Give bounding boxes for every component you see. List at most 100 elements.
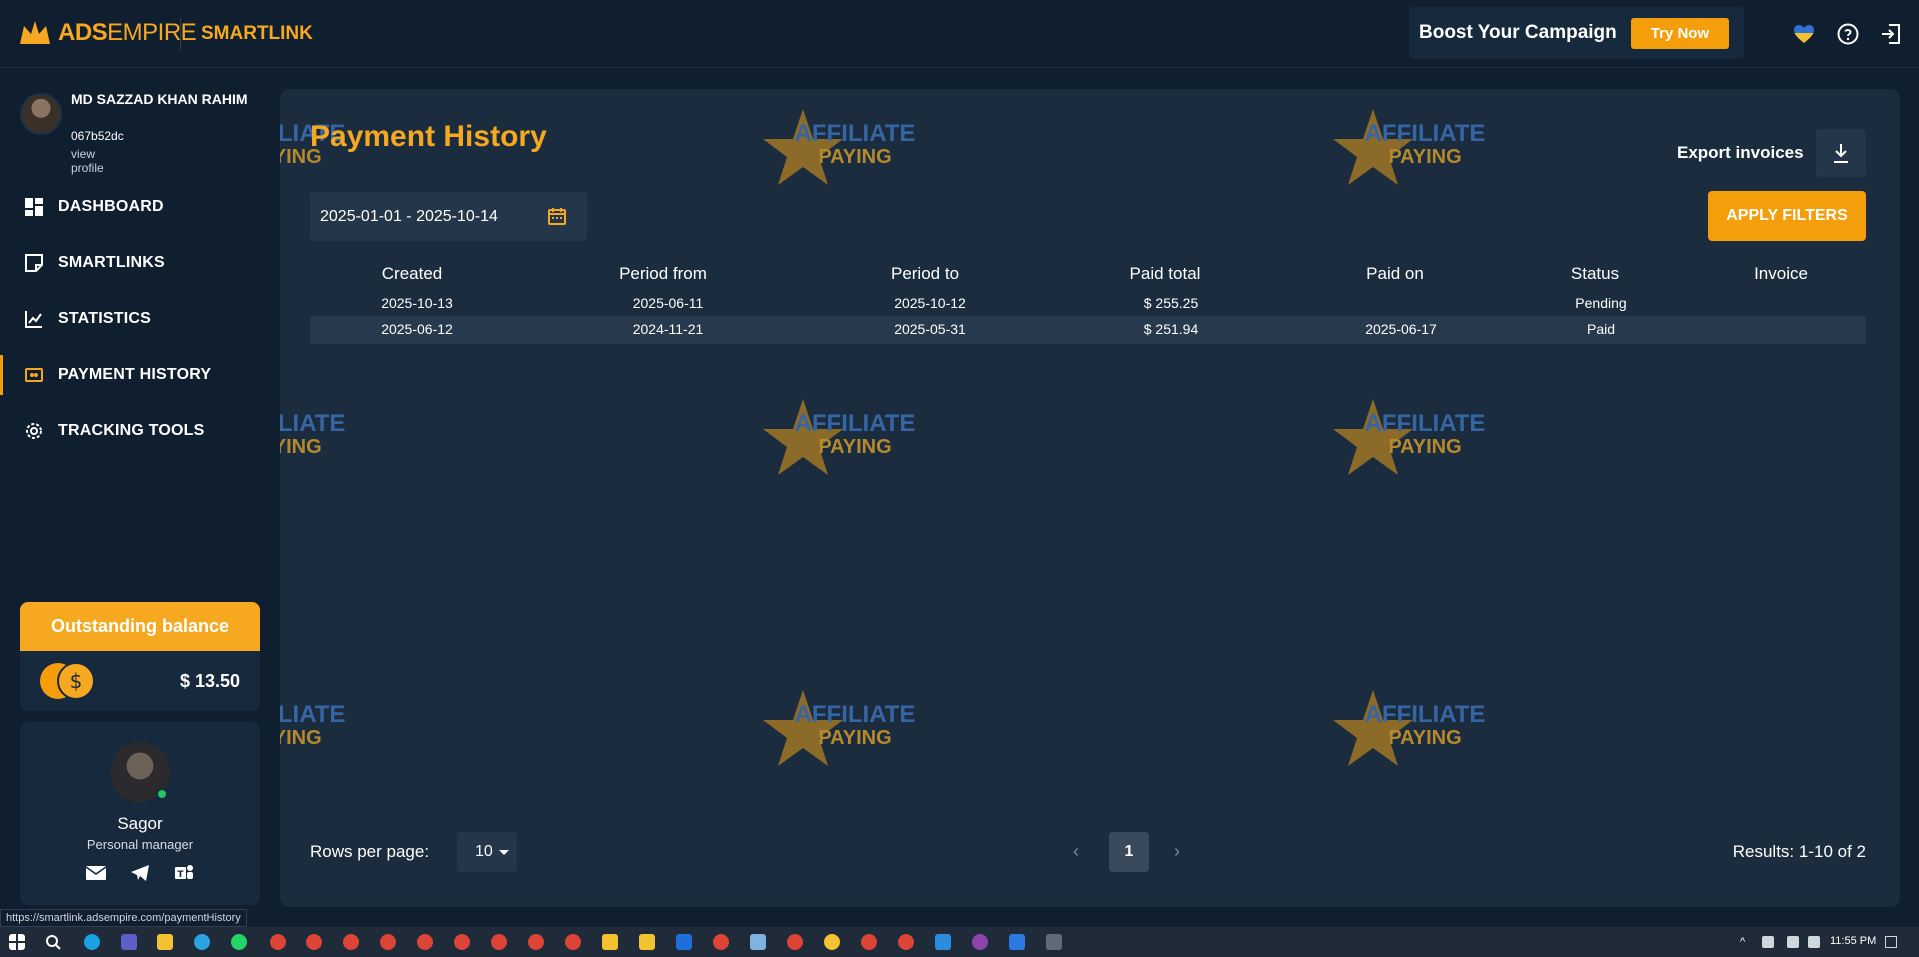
table-cell: 2025-06-11 — [632, 295, 704, 311]
chrome-icon[interactable] — [787, 934, 803, 950]
status-badge: Pending — [1575, 295, 1627, 311]
export-invoices-button[interactable] — [1816, 129, 1866, 177]
whatsapp-icon[interactable] — [231, 934, 247, 950]
table-cell: 2025-10-13 — [381, 295, 453, 311]
column-header[interactable]: Paid on — [1366, 264, 1424, 284]
chrome-icon[interactable] — [417, 934, 433, 950]
column-header[interactable]: Created — [382, 264, 442, 284]
page-button-current[interactable]: 1 — [1109, 832, 1149, 872]
folder-icon[interactable] — [639, 934, 655, 950]
network-icon[interactable] — [1787, 936, 1799, 948]
manager-role: Personal manager — [86, 837, 194, 852]
chrome-icon[interactable] — [343, 934, 359, 950]
column-header[interactable]: Period to — [891, 264, 959, 284]
date-range-picker[interactable]: 2025-01-01 - 2025-10-14 — [310, 192, 587, 241]
file-explorer-icon[interactable] — [157, 934, 173, 950]
chrome-icon[interactable] — [898, 934, 914, 950]
table-header: Created Period from Period to Paid total… — [310, 260, 1866, 290]
telegram-app-icon[interactable] — [194, 934, 210, 950]
search-icon[interactable] — [45, 934, 61, 950]
sidebar-item-tracking-tools[interactable]: TRACKING TOOLS — [0, 411, 270, 451]
email-icon[interactable] — [85, 862, 107, 884]
telegram-icon[interactable] — [129, 862, 151, 884]
try-now-button[interactable]: Try Now — [1630, 17, 1730, 49]
column-header[interactable]: Status — [1571, 264, 1619, 284]
chrome-icon[interactable] — [270, 934, 286, 950]
page-title: Payment History — [310, 120, 547, 153]
online-status-dot — [156, 788, 168, 800]
tray-chevron-icon[interactable]: ^ — [1740, 936, 1752, 948]
logout-icon[interactable] — [1879, 22, 1903, 46]
heart-icon[interactable] — [1792, 22, 1816, 46]
calendar-icon[interactable] — [547, 206, 567, 226]
view-profile-link[interactable]: view profile — [71, 147, 104, 175]
svg-text:AFFILIATE: AFFILIATE — [280, 701, 345, 728]
volume-icon[interactable] — [1762, 936, 1774, 948]
crown-icon — [20, 21, 50, 44]
chrome-icon[interactable] — [491, 934, 507, 950]
column-header[interactable]: Invoice — [1754, 264, 1808, 284]
date-range-value: 2025-01-01 - 2025-10-14 — [320, 207, 498, 225]
clock[interactable]: 11:55 PM — [1830, 935, 1876, 947]
watermark-logo: AFFILIATEPAYING — [280, 701, 345, 749]
app-icon[interactable] — [750, 934, 766, 950]
prev-page-button[interactable]: ‹ — [1073, 841, 1079, 862]
balance-value: $ 13.50 — [179, 671, 240, 691]
svg-text:AFFILIATE: AFFILIATE — [1365, 120, 1486, 147]
chrome-icon[interactable] — [713, 934, 729, 950]
chrome-icon[interactable] — [565, 934, 581, 950]
avatar[interactable] — [20, 93, 62, 135]
sidebar-item-label: STATISTICS — [58, 310, 151, 327]
table-cell: 2024-11-21 — [632, 321, 704, 337]
app-icon[interactable] — [824, 934, 840, 950]
export-invoices-label[interactable]: Export invoices — [1677, 143, 1804, 163]
watermark-logo: AFFILIATEPAYING — [1333, 690, 1485, 766]
svg-text:PAYING: PAYING — [280, 436, 322, 458]
table-row: 2025-06-12 2024-11-21 2025-05-31 $ 251.9… — [310, 316, 1866, 344]
statistics-icon — [25, 311, 42, 328]
chrome-icon[interactable] — [861, 934, 877, 950]
brand-name-rest: EMPIRE — [107, 19, 197, 46]
watermark-logo: AFFILIATEPAYING — [763, 690, 915, 766]
vscode-icon[interactable] — [935, 934, 951, 950]
chrome-icon[interactable] — [306, 934, 322, 950]
table-row: 2025-10-13 2025-06-11 2025-10-12 $ 255.2… — [310, 290, 1866, 316]
sidebar-item-label: PAYMENT HISTORY — [58, 366, 212, 383]
notes-icon[interactable] — [602, 934, 618, 950]
chrome-icon[interactable] — [528, 934, 544, 950]
teams-icon[interactable]: T — [173, 862, 195, 884]
table-cell: 2025-05-31 — [894, 321, 966, 337]
chrome-icon[interactable] — [454, 934, 470, 950]
app-icon[interactable] — [676, 934, 692, 950]
help-icon[interactable] — [1836, 22, 1860, 46]
notifications-icon[interactable] — [1885, 936, 1897, 948]
language-icon[interactable] — [1808, 936, 1820, 948]
apply-filters-button[interactable]: APPLY FILTERS — [1708, 191, 1866, 241]
table-cell: $ 255.25 — [1143, 295, 1199, 311]
rows-per-page-select[interactable]: 10 — [457, 832, 517, 872]
svg-text:AFFILIATE: AFFILIATE — [795, 120, 916, 147]
app-icon[interactable] — [1009, 934, 1025, 950]
payment-history-table: Created Period from Period to Paid total… — [310, 260, 1866, 344]
outstanding-balance-card: Outstanding balance $ $ 13.50 — [20, 602, 260, 711]
column-header[interactable]: Period from — [619, 264, 707, 284]
sidebar-item-statistics[interactable]: STATISTICS — [0, 299, 270, 339]
gear-icon — [26, 423, 42, 439]
app-icon[interactable] — [972, 934, 988, 950]
sidebar-item-payment-history[interactable]: PAYMENT HISTORY — [0, 355, 270, 395]
next-page-button[interactable]: › — [1174, 841, 1180, 862]
svg-text:AFFILIATE: AFFILIATE — [280, 410, 345, 437]
teams-app-icon[interactable] — [121, 934, 137, 950]
table-cell: $ 251.94 — [1143, 321, 1199, 337]
product-name: SMARTLINK — [201, 23, 313, 44]
sidebar-item-dashboard[interactable]: DASHBOARD — [0, 187, 270, 227]
chrome-icon[interactable] — [380, 934, 396, 950]
sidebar-item-smartlinks[interactable]: SMARTLINKS — [0, 243, 270, 283]
column-header[interactable]: Paid total — [1130, 264, 1201, 284]
edge-icon[interactable] — [84, 934, 100, 950]
caret-down-icon — [499, 850, 509, 855]
windows-start-icon[interactable] — [9, 934, 25, 950]
ads-empire-logo[interactable]: ADSEMPIRE — [18, 18, 197, 48]
sidebar-item-label: DASHBOARD — [58, 198, 164, 215]
app-icon[interactable] — [1046, 934, 1062, 950]
